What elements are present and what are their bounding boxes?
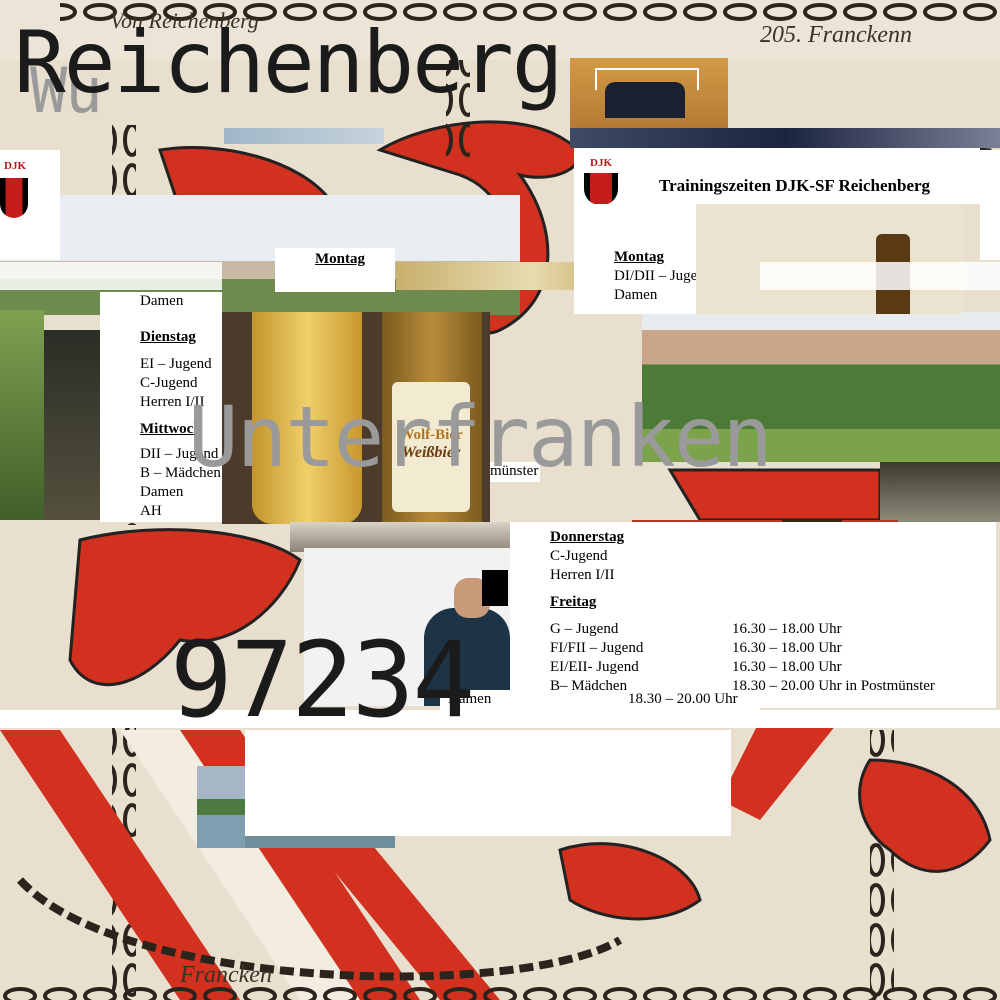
- blank-strip: [0, 710, 1000, 728]
- donnerstag-row: Herren I/II: [550, 567, 615, 583]
- club-logo-shield: [584, 173, 618, 204]
- region-caption: Unterfranken: [188, 388, 773, 486]
- club-logo-left: DJK: [0, 150, 60, 260]
- montag-row: Damen: [614, 287, 658, 303]
- club-logo-right-edge: [980, 150, 1000, 260]
- freitag-row: FI/FII – Jugend 16.30 – 18.00 Uhr: [550, 640, 842, 656]
- postal-code-caption: 97234: [170, 619, 475, 741]
- city-caption: Reichenberg: [14, 13, 564, 113]
- river-photo: [197, 766, 245, 848]
- dienstag-row: EI – Jugend: [140, 356, 212, 372]
- blank-panel-bottom: [245, 730, 731, 836]
- schedule-title: Trainingszeiten DJK-SF Reichenberg: [659, 176, 931, 195]
- schedule-donnerstag-freitag: Donnerstag C-Jugend Herren I/II Freitag …: [510, 522, 996, 708]
- montag-row-left: Damen: [140, 293, 184, 309]
- beer-photo-right: [696, 204, 962, 314]
- village-panorama-left: [0, 195, 520, 315]
- heraldry-script-bottom: Francken: [180, 962, 272, 988]
- stadium-strip: [570, 128, 1000, 148]
- schedule-montag-left: Montag: [275, 248, 395, 292]
- day-dienstag: Dienstag: [140, 329, 196, 345]
- day-montag: Montag: [614, 249, 664, 265]
- landscape-strip: [224, 128, 384, 144]
- blank-strip-3: [760, 262, 1000, 290]
- river-photo-strip: [245, 836, 395, 848]
- freitag-row: G – Jugend 16.30 – 18.00 Uhr: [550, 621, 842, 637]
- schedule-header-right: DJK Trainingszeiten DJK-SF Reichenberg: [574, 148, 980, 204]
- club-logo-badge: DJK: [590, 157, 612, 169]
- team-photo: [570, 58, 728, 128]
- freitag-extra-row: Damen 18.30 – 20.00 Uhr: [440, 690, 760, 710]
- tree-photo-left: [0, 310, 44, 520]
- montag-fragment-left: Damen: [100, 292, 222, 314]
- mittwoch-row: AH: [140, 503, 162, 519]
- day-montag-left: Montag: [315, 251, 365, 267]
- donnerstag-row: C-Jugend: [550, 548, 608, 564]
- terrace-photo-right: [880, 462, 1000, 522]
- blank-strip-2: [0, 262, 222, 290]
- montag-row: DI/DII – Jugend: [614, 268, 696, 284]
- day-donnerstag: Donnerstag: [550, 529, 625, 545]
- schedule-montag-right: Montag DI/DII – Jugend Damen: [574, 204, 696, 314]
- heraldry-script-top-right: 205. Franckenn: [760, 22, 912, 48]
- day-freitag: Freitag: [550, 594, 597, 610]
- freitag-row: EI/EII- Jugend 16.30 – 18.00 Uhr: [550, 659, 842, 675]
- freitag-extra-time: 18.30 – 20.00 Uhr: [628, 691, 738, 707]
- tree-photo-left-2: [44, 330, 100, 520]
- censor-box: [482, 570, 508, 606]
